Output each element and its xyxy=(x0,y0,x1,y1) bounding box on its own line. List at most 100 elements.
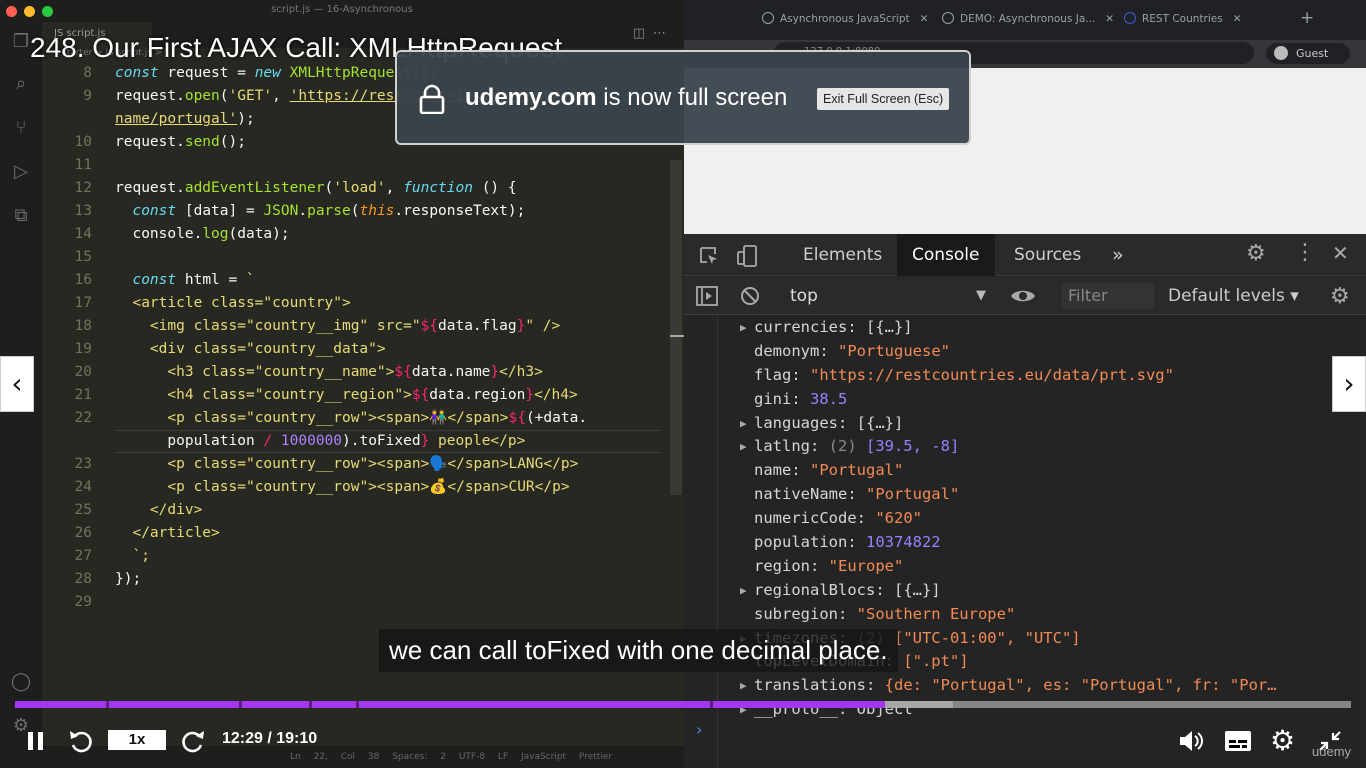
line-number: 8 xyxy=(83,65,92,81)
close-tab-icon[interactable]: ✕ xyxy=(920,13,929,25)
browser-tab-rest-countries[interactable]: REST Countries ✕ xyxy=(1124,12,1242,25)
code-text: const html = ` xyxy=(132,272,255,288)
console-property-row: numericCode: "620" xyxy=(718,507,1358,531)
pause-icon[interactable] xyxy=(26,731,46,751)
expand-triangle-icon[interactable]: ▶ xyxy=(740,579,747,603)
captions-icon[interactable] xyxy=(1224,730,1252,752)
line-number: 29 xyxy=(74,594,92,610)
console-property-row: flag: "https://restcountries.eu/data/prt… xyxy=(718,364,1358,388)
line-number: 17 xyxy=(74,295,92,311)
tab-elements[interactable]: Elements xyxy=(788,234,897,276)
chapter-marker xyxy=(105,701,109,708)
rewind-5-seconds-icon[interactable] xyxy=(68,728,94,754)
line-number: 26 xyxy=(74,525,92,541)
guest-profile-button[interactable]: Guest xyxy=(1266,43,1350,64)
extensions-icon[interactable]: ⧉ xyxy=(9,204,33,228)
debug-icon[interactable]: ▷ xyxy=(9,160,33,184)
next-lecture-button[interactable]: › xyxy=(1332,356,1366,412)
code-text: <div class="country__data"> xyxy=(149,341,386,357)
more-actions-icon[interactable]: ⋯ xyxy=(653,26,674,41)
expand-triangle-icon[interactable]: ▶ xyxy=(740,674,747,698)
property-key: gini: xyxy=(754,389,810,408)
context-selector[interactable]: top ▼ xyxy=(790,283,986,309)
property-value: [".pt"] xyxy=(903,652,969,671)
property-value: "Portuguese" xyxy=(838,341,950,360)
kebab-menu-icon[interactable]: ⋮ xyxy=(1294,240,1316,265)
console-filter-input[interactable]: Filter xyxy=(1062,283,1154,309)
code-text: <p class="country__row"><span>💰</span>CU… xyxy=(167,479,570,495)
time-readout: 12:29 / 19:10 xyxy=(222,730,318,747)
close-tab-icon[interactable]: ✕ xyxy=(1233,13,1242,25)
console-property-row[interactable]: ▶ currencies: [{…}] xyxy=(718,316,1358,340)
settings-gear-icon[interactable]: ⚙ xyxy=(1246,241,1266,266)
inspect-element-icon[interactable] xyxy=(698,245,720,267)
close-devtools-icon[interactable]: ✕ xyxy=(1332,241,1349,265)
account-icon[interactable]: ◯ xyxy=(9,670,33,694)
forward-5-seconds-icon[interactable] xyxy=(180,728,206,754)
devtools-tabbar: Elements Console Sources » ⚙ ⋮ ✕ xyxy=(684,234,1366,276)
code-line: 13 const [data] = JSON.parse(this.respon… xyxy=(42,200,670,223)
console-settings-gear-icon[interactable]: ⚙ xyxy=(1330,284,1350,309)
source-control-icon[interactable]: ⑂ xyxy=(9,116,33,140)
property-key: numericCode: xyxy=(754,509,876,528)
lock-icon xyxy=(419,84,445,114)
code-line: 15 xyxy=(42,246,670,269)
property-key: nativeName: xyxy=(754,485,866,504)
code-line: 22 <p class="country__row"><span>👫</span… xyxy=(42,407,670,430)
console-property-row: region: "Europe" xyxy=(718,555,1358,579)
playback-speed-button[interactable]: 1x xyxy=(108,730,166,750)
previous-lecture-button[interactable]: ‹ xyxy=(0,356,34,412)
split-editor-icon[interactable]: ◫ xyxy=(633,26,653,41)
tab-console[interactable]: Console xyxy=(897,234,995,276)
settings-gear-icon[interactable]: ⚙ xyxy=(1270,724,1295,757)
device-toolbar-icon[interactable] xyxy=(736,244,758,268)
code-text: <img class="country__img" src="${data.fl… xyxy=(149,318,561,334)
code-text: }); xyxy=(115,571,142,587)
new-tab-icon[interactable]: + xyxy=(1300,8,1314,28)
expand-triangle-icon[interactable]: ▶ xyxy=(740,412,747,436)
console-property-row[interactable]: ▶ regionalBlocs: [{…}] xyxy=(718,579,1358,603)
console-property-row[interactable]: ▶ languages: [{…}] xyxy=(718,412,1358,436)
show-sidebar-icon[interactable] xyxy=(696,286,718,306)
line-number: 14 xyxy=(74,226,92,242)
tab-sources[interactable]: Sources xyxy=(999,234,1096,276)
search-icon[interactable]: ⌕ xyxy=(9,72,33,96)
log-levels-dropdown[interactable]: Default levels ▾ xyxy=(1168,283,1299,309)
exit-fullscreen-button[interactable]: Exit Full Screen (Esc) xyxy=(817,88,950,110)
more-tabs-button[interactable]: » xyxy=(1097,234,1139,276)
property-key: population: xyxy=(754,533,866,552)
site-favicon-icon xyxy=(1124,12,1136,24)
expand-triangle-icon[interactable]: ▶ xyxy=(740,435,747,459)
console-property-row: name: "Portugal" xyxy=(718,459,1358,483)
code-text: `; xyxy=(132,548,150,564)
line-number: 23 xyxy=(74,456,92,472)
code-line: 25 </div> xyxy=(42,499,670,522)
property-key: translations: xyxy=(754,676,885,695)
browser-tab-asynchronous-js[interactable]: Asynchronous JavaScript ✕ xyxy=(762,12,928,25)
line-number: 27 xyxy=(74,548,92,564)
property-value: 10374822 xyxy=(865,533,941,552)
property-value: "Southern Europe" xyxy=(856,604,1016,623)
player-controls: 1x 12:29 / 19:10 ⚙ udemy xyxy=(0,718,1366,768)
console-property-row[interactable]: ▶ latlng: (2) [39.5, -8] xyxy=(718,435,1358,459)
scrollbar-cursor-marker xyxy=(670,335,684,337)
fullscreen-notice: udemy.com is now full screen Exit Full S… xyxy=(395,50,971,145)
console-property-row[interactable]: ▶ translations: {de: "Portugal", es: "Por… xyxy=(718,674,1358,698)
property-value: [{…}] xyxy=(856,413,904,432)
code-text: <p class="country__row"><span>🗣️</span>L… xyxy=(167,456,579,472)
live-expression-eye-icon[interactable] xyxy=(1010,287,1036,305)
video-progress-bar[interactable] xyxy=(15,701,1351,708)
console-property-row: nativeName: "Portugal" xyxy=(718,483,1358,507)
line-number: 19 xyxy=(74,341,92,357)
volume-icon[interactable] xyxy=(1178,728,1204,754)
browser-tab-demo[interactable]: DEMO: Asynchronous Ja... ✕ xyxy=(942,12,1114,25)
console-property-row: gini: 38.5 xyxy=(718,388,1358,412)
code-text: <p class="country__row"><span>👫</span>${… xyxy=(167,410,588,426)
line-number: 12 xyxy=(74,180,92,196)
code-text: </div> xyxy=(149,502,203,518)
expand-triangle-icon[interactable]: ▶ xyxy=(740,316,747,340)
property-value: [{…}] xyxy=(893,580,941,599)
close-tab-icon[interactable]: ✕ xyxy=(1105,13,1114,25)
clear-console-icon[interactable] xyxy=(740,286,760,306)
editor-scrollbar[interactable] xyxy=(670,160,682,495)
